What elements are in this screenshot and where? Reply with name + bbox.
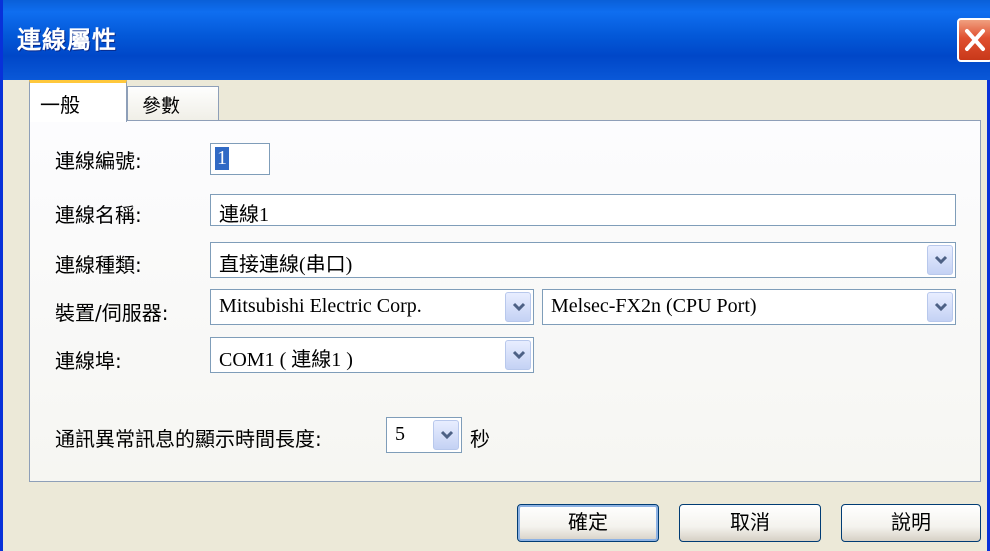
connection-name-input[interactable]: 連線1 — [210, 194, 956, 226]
general-tab-panel: 連線編號: 1 連線名稱: 連線1 連線種類: 直接連線(串口) 裝置/伺服器:… — [29, 120, 981, 482]
manufacturer-select[interactable]: Mitsubishi Electric Corp. — [210, 289, 534, 325]
tab-parameters[interactable]: 參數 — [127, 86, 219, 120]
connection-number-input[interactable]: 1 — [210, 143, 270, 175]
tab-parameters-label: 參數 — [142, 95, 181, 117]
model-value: Melsec-FX2n (CPU Port) — [551, 295, 757, 317]
connection-name-value: 連線1 — [219, 204, 269, 226]
port-label: 連線埠: — [55, 349, 122, 373]
connection-type-value: 直接連線(串口) — [219, 254, 353, 276]
port-value: COM1 ( 連線1 ) — [219, 349, 353, 371]
ok-button[interactable]: 確定 — [517, 504, 659, 542]
chevron-down-icon — [934, 255, 948, 265]
error-display-time-value: 5 — [395, 423, 405, 445]
window-title: 連線屬性 — [17, 26, 117, 54]
connection-type-dropdown-button[interactable] — [927, 245, 953, 275]
title-bar[interactable]: 連線屬性 — [3, 0, 990, 80]
port-dropdown-button[interactable] — [505, 340, 531, 370]
help-button[interactable]: 說明 — [841, 504, 981, 542]
error-display-time-dropdown-button[interactable] — [433, 420, 459, 450]
connection-number-label: 連線編號: — [55, 149, 142, 173]
error-display-unit: 秒 — [470, 427, 490, 451]
close-button[interactable] — [957, 18, 990, 62]
chevron-down-icon — [512, 350, 526, 360]
port-select[interactable]: COM1 ( 連線1 ) — [210, 337, 534, 373]
connection-number-value: 1 — [215, 147, 229, 170]
close-icon — [965, 29, 985, 51]
device-server-label: 裝置/伺服器: — [55, 301, 169, 325]
chevron-down-icon — [512, 302, 526, 312]
manufacturer-value: Mitsubishi Electric Corp. — [219, 295, 422, 317]
dialog-window: 連線屬性 一般 參數 連線編號: 1 連線名稱: 連線1 連線種類: 直接連線(… — [0, 0, 990, 551]
connection-name-label: 連線名稱: — [55, 203, 142, 227]
error-display-time-select[interactable]: 5 — [386, 417, 462, 453]
chevron-down-icon — [440, 430, 454, 440]
manufacturer-dropdown-button[interactable] — [505, 292, 531, 322]
error-display-label: 通訊異常訊息的顯示時間長度: — [55, 427, 322, 451]
connection-type-label: 連線種類: — [55, 253, 142, 277]
model-select[interactable]: Melsec-FX2n (CPU Port) — [542, 289, 956, 325]
tab-general[interactable]: 一般 — [29, 80, 127, 122]
chevron-down-icon — [934, 302, 948, 312]
tab-general-label: 一般 — [40, 93, 80, 117]
model-dropdown-button[interactable] — [927, 292, 953, 322]
cancel-button[interactable]: 取消 — [679, 504, 821, 542]
connection-type-select[interactable]: 直接連線(串口) — [210, 242, 956, 278]
